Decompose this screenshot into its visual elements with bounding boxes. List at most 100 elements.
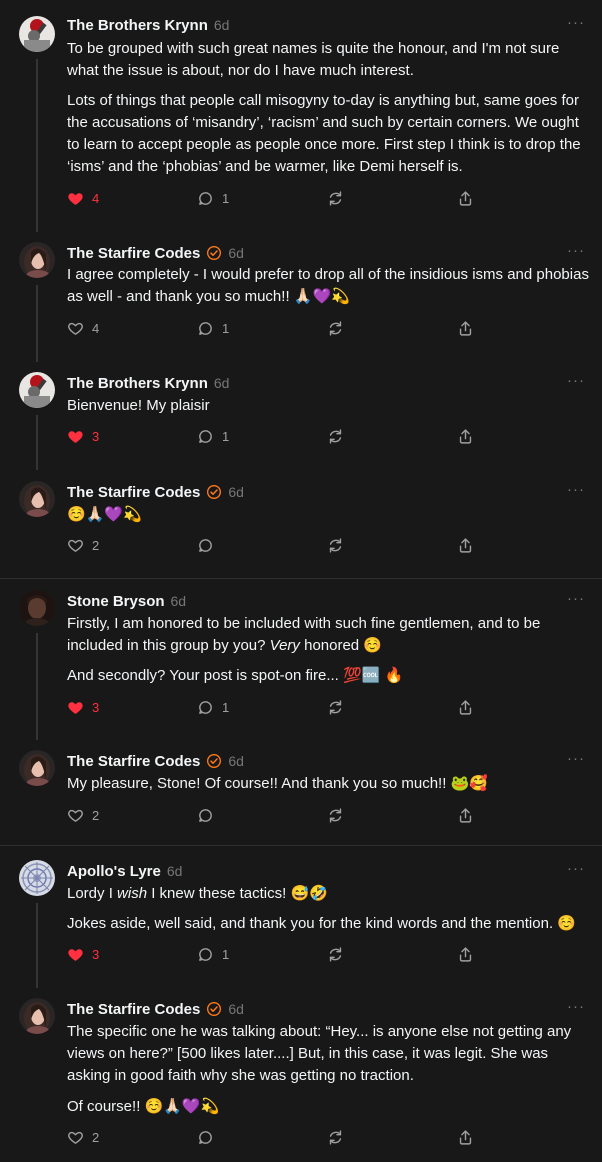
action-count: 1 bbox=[222, 428, 230, 444]
share-button[interactable] bbox=[457, 1127, 474, 1147]
avatar[interactable] bbox=[19, 750, 55, 786]
like-button[interactable]: 2 bbox=[67, 535, 99, 555]
reply-button[interactable]: 1 bbox=[197, 426, 229, 446]
thread-connector-line bbox=[36, 633, 38, 740]
comment-icon bbox=[197, 946, 214, 963]
more-options-icon[interactable]: ··· bbox=[567, 14, 585, 31]
avatar[interactable] bbox=[19, 242, 55, 278]
post-text: And secondly? Your post is spot-on fire.… bbox=[67, 667, 404, 684]
avatar[interactable] bbox=[19, 16, 55, 52]
more-options-icon[interactable]: ··· bbox=[567, 860, 585, 877]
like-button[interactable]: 2 bbox=[67, 805, 99, 825]
post-text: ☺️🙏🏻💜💫 bbox=[67, 506, 142, 523]
share-icon bbox=[457, 537, 474, 554]
verified-badge-icon bbox=[206, 753, 222, 769]
post-actions: 2 bbox=[67, 1127, 487, 1147]
comment-icon bbox=[197, 537, 214, 554]
heart-icon bbox=[67, 537, 84, 554]
reply-button[interactable]: 1 bbox=[197, 697, 229, 717]
post-timestamp[interactable]: 6d bbox=[214, 17, 230, 33]
repost-button[interactable] bbox=[327, 188, 344, 208]
avatar[interactable] bbox=[19, 998, 55, 1034]
repost-icon bbox=[327, 946, 344, 963]
share-button[interactable] bbox=[457, 805, 474, 825]
action-count: 3 bbox=[92, 946, 100, 962]
avatar[interactable] bbox=[19, 372, 55, 408]
comment-icon bbox=[197, 1129, 214, 1146]
repost-button[interactable] bbox=[327, 318, 344, 338]
verified-badge-icon bbox=[206, 484, 222, 500]
username[interactable]: The Starfire Codes bbox=[67, 245, 200, 262]
post-actions: 2 bbox=[67, 805, 487, 825]
share-button[interactable] bbox=[457, 944, 474, 964]
username[interactable]: The Starfire Codes bbox=[67, 1001, 200, 1018]
post-timestamp[interactable]: 6d bbox=[228, 1001, 244, 1017]
like-button[interactable]: 3 bbox=[67, 944, 99, 964]
like-button[interactable]: 2 bbox=[67, 1127, 99, 1147]
more-options-icon[interactable]: ··· bbox=[567, 242, 585, 259]
share-button[interactable] bbox=[457, 697, 474, 717]
more-options-icon[interactable]: ··· bbox=[567, 998, 585, 1015]
avatar[interactable] bbox=[19, 590, 55, 626]
post-header: Stone Bryson 6d bbox=[67, 590, 186, 612]
username[interactable]: The Starfire Codes bbox=[67, 484, 200, 501]
post-text: Lordy I wish I knew these tactics! 😅🤣 bbox=[67, 885, 328, 902]
reply-button[interactable] bbox=[197, 805, 214, 825]
reply-button[interactable]: 1 bbox=[197, 188, 229, 208]
verified-badge-icon bbox=[206, 245, 222, 261]
more-options-icon[interactable]: ··· bbox=[567, 590, 585, 607]
repost-button[interactable] bbox=[327, 1127, 344, 1147]
share-button[interactable] bbox=[457, 318, 474, 338]
username[interactable]: The Brothers Krynn bbox=[67, 375, 208, 392]
post-timestamp[interactable]: 6d bbox=[214, 375, 230, 391]
like-button[interactable]: 4 bbox=[67, 318, 99, 338]
like-button[interactable]: 3 bbox=[67, 697, 99, 717]
username[interactable]: Stone Bryson bbox=[67, 593, 165, 610]
post-text: Jokes aside, well said, and thank you fo… bbox=[67, 915, 576, 932]
action-count: 1 bbox=[222, 190, 230, 206]
repost-button[interactable] bbox=[327, 805, 344, 825]
share-button[interactable] bbox=[457, 535, 474, 555]
share-icon bbox=[457, 1129, 474, 1146]
username[interactable]: The Starfire Codes bbox=[67, 753, 200, 770]
share-button[interactable] bbox=[457, 426, 474, 446]
repost-icon bbox=[327, 320, 344, 337]
thread-page: The Brothers Krynn 6d ··· To be grouped wit… bbox=[0, 0, 602, 1162]
avatar[interactable] bbox=[19, 860, 55, 896]
repost-button[interactable] bbox=[327, 697, 344, 717]
post-text: Firstly, I am honored to be included wit… bbox=[67, 615, 541, 654]
post-timestamp[interactable]: 6d bbox=[228, 484, 244, 500]
reply-button[interactable] bbox=[197, 1127, 214, 1147]
verified-badge-icon bbox=[206, 1001, 222, 1017]
repost-button[interactable] bbox=[327, 535, 344, 555]
post-actions: 41 bbox=[67, 318, 487, 338]
share-icon bbox=[457, 190, 474, 207]
post-timestamp[interactable]: 6d bbox=[167, 863, 183, 879]
share-button[interactable] bbox=[457, 188, 474, 208]
comment-icon bbox=[197, 190, 214, 207]
reply-button[interactable]: 1 bbox=[197, 318, 229, 338]
post-actions: 31 bbox=[67, 944, 487, 964]
repost-button[interactable] bbox=[327, 426, 344, 446]
reply-button[interactable] bbox=[197, 535, 214, 555]
more-options-icon[interactable]: ··· bbox=[567, 481, 585, 498]
avatar[interactable] bbox=[19, 481, 55, 517]
more-options-icon[interactable]: ··· bbox=[567, 750, 585, 767]
reply-button[interactable]: 1 bbox=[197, 944, 229, 964]
repost-button[interactable] bbox=[327, 944, 344, 964]
thread-divider bbox=[0, 845, 602, 846]
comment-icon bbox=[197, 428, 214, 445]
like-button[interactable]: 3 bbox=[67, 426, 99, 446]
repost-icon bbox=[327, 1129, 344, 1146]
username[interactable]: The Brothers Krynn bbox=[67, 17, 208, 34]
post-text: Bienvenue! My plaisir bbox=[67, 397, 210, 414]
post-timestamp[interactable]: 6d bbox=[171, 593, 187, 609]
username[interactable]: Apollo's Lyre bbox=[67, 863, 161, 880]
post-text: Of course!! ☺️🙏🏻💜💫 bbox=[67, 1098, 220, 1115]
post-timestamp[interactable]: 6d bbox=[228, 753, 244, 769]
more-options-icon[interactable]: ··· bbox=[567, 372, 585, 389]
share-icon bbox=[457, 428, 474, 445]
post-timestamp[interactable]: 6d bbox=[228, 245, 244, 261]
repost-icon bbox=[327, 699, 344, 716]
like-button[interactable]: 4 bbox=[67, 188, 99, 208]
